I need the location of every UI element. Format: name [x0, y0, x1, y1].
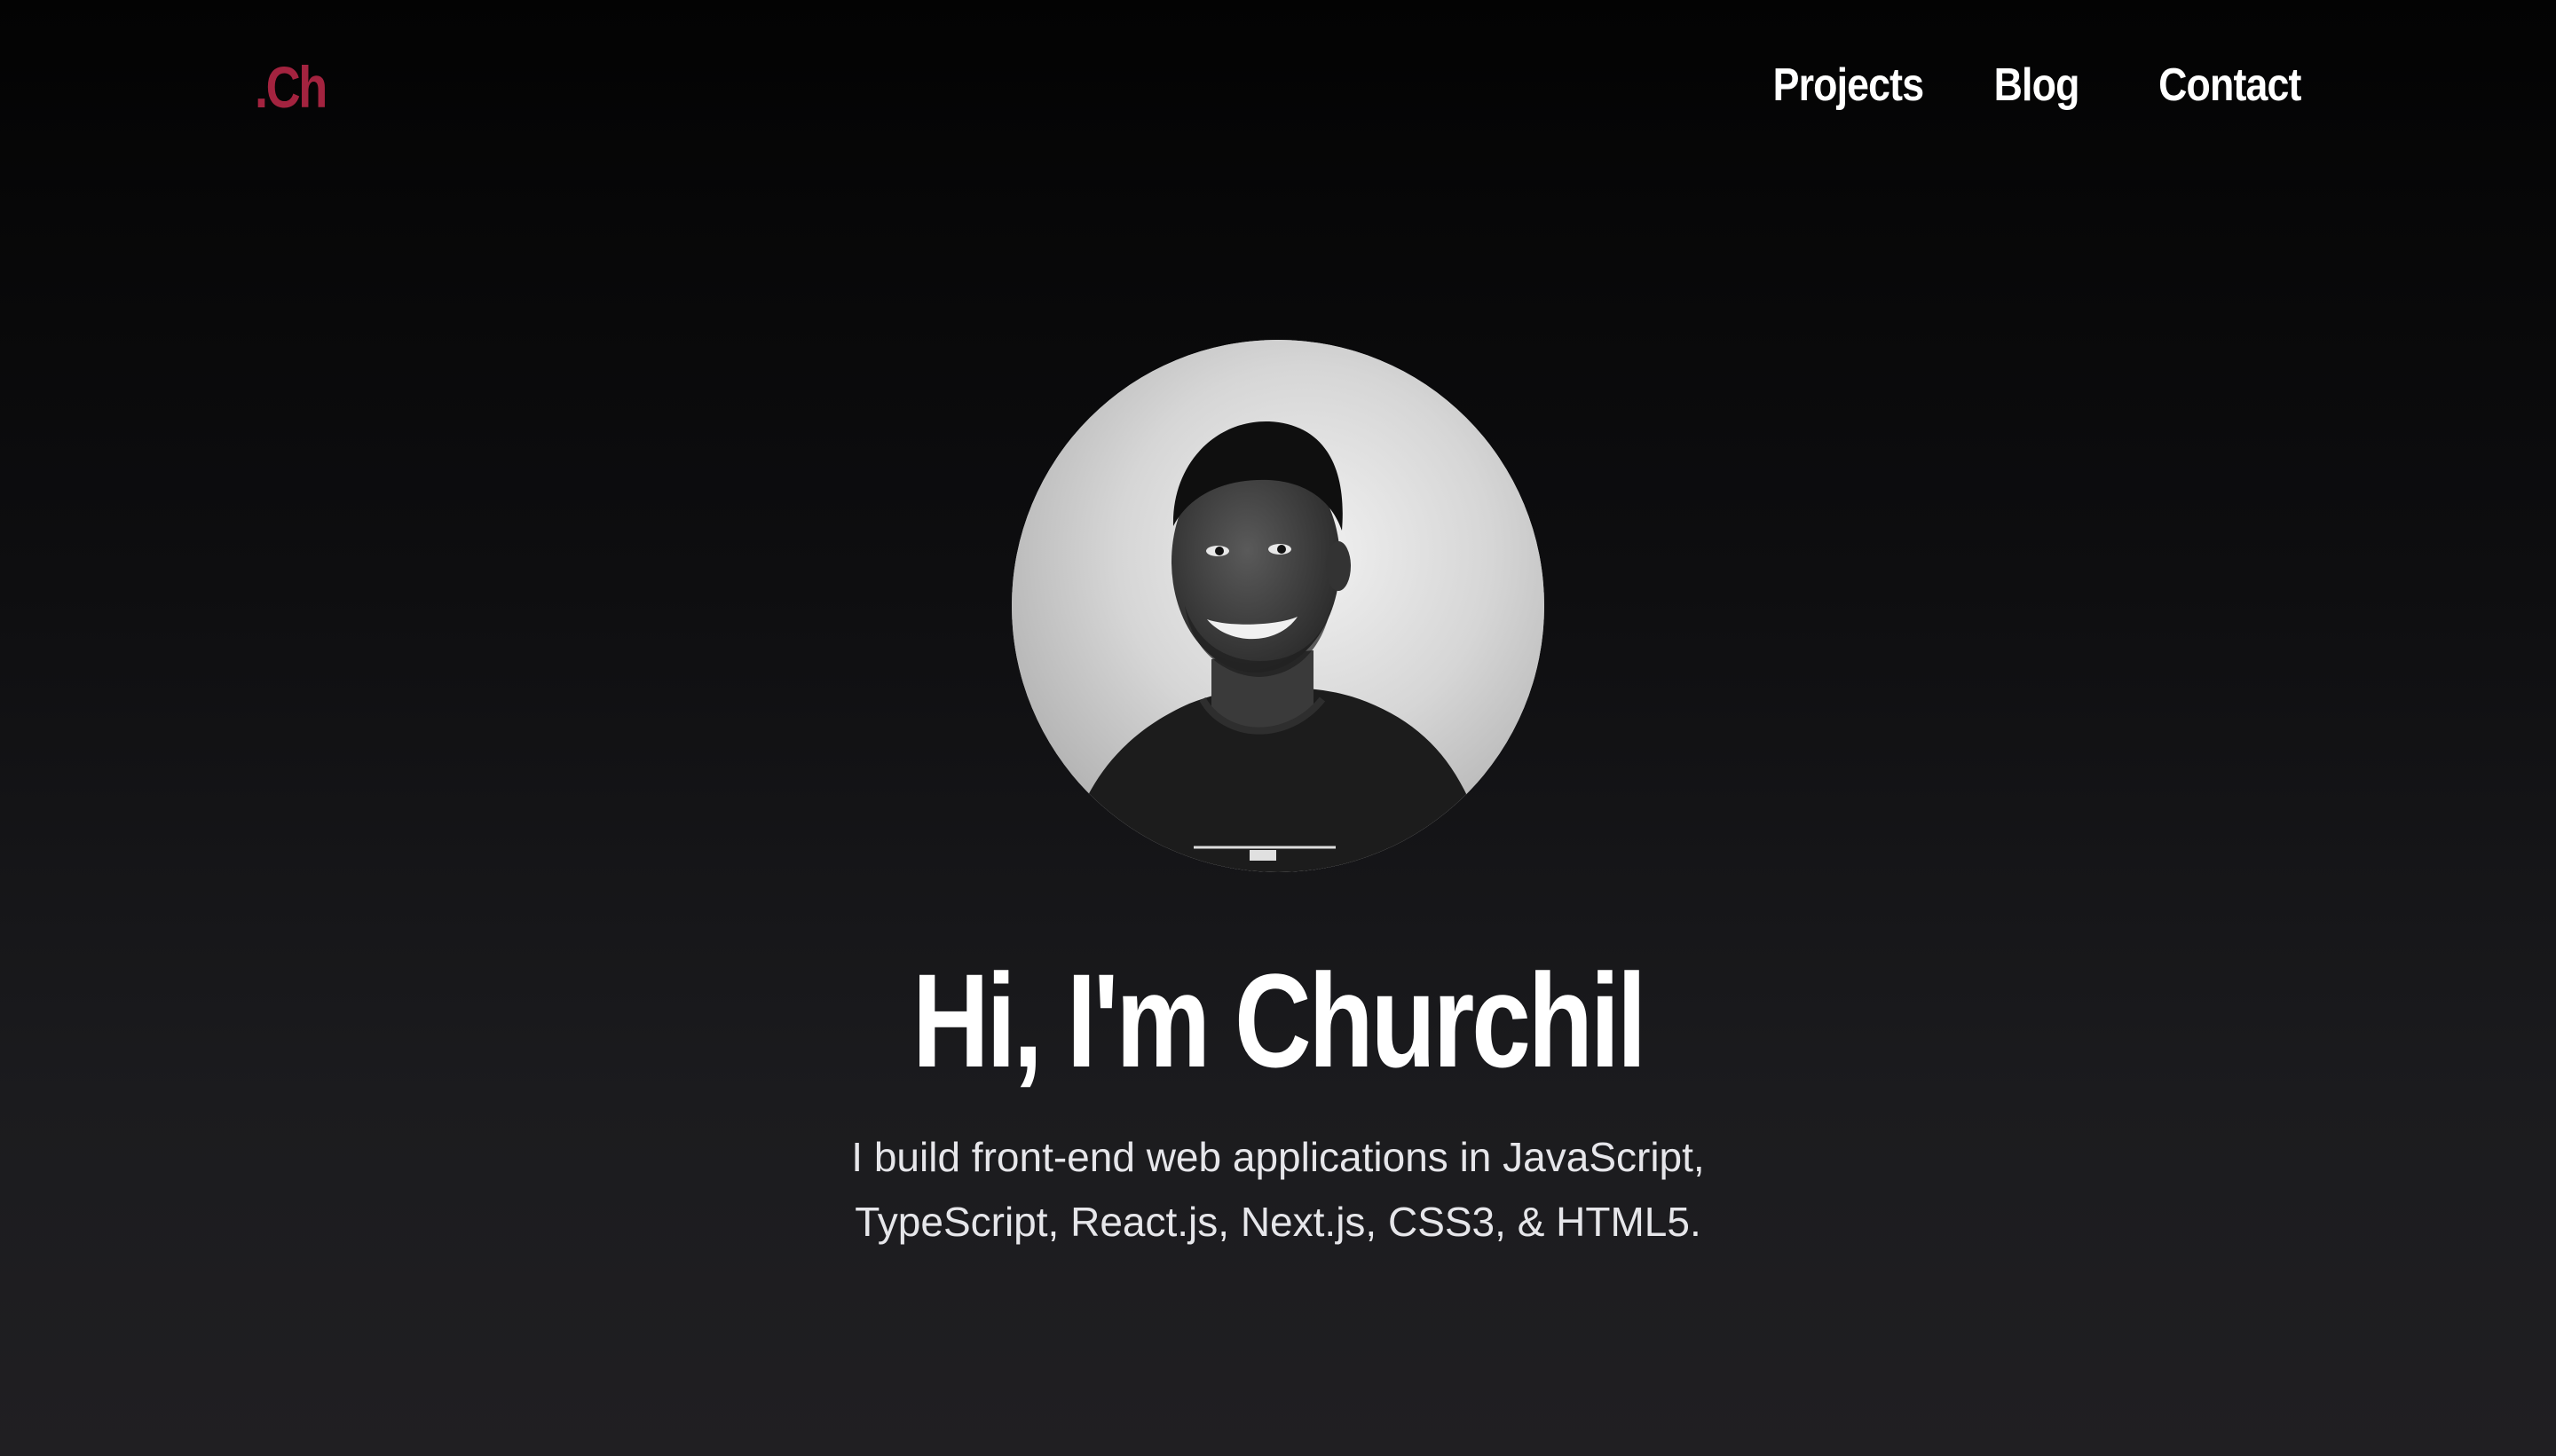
site-header: .Ch Projects Blog Contact [0, 0, 2556, 173]
profile-photo [1012, 340, 1544, 872]
nav-link-contact[interactable]: Contact [2159, 53, 2302, 117]
nav-link-blog[interactable]: Blog [1994, 53, 2080, 117]
nav-link-projects[interactable]: Projects [1772, 53, 1923, 117]
hero-heading-text: Hi, I'm Churchil [911, 946, 1646, 1095]
hero-subtitle: I build front-end web applications in Ja… [851, 1134, 1705, 1245]
site-logo[interactable]: .Ch [255, 51, 327, 122]
hero-heading: Hi, I'm Churchil [0, 940, 2556, 1100]
main-nav: Projects Blog Contact [1748, 53, 2302, 117]
